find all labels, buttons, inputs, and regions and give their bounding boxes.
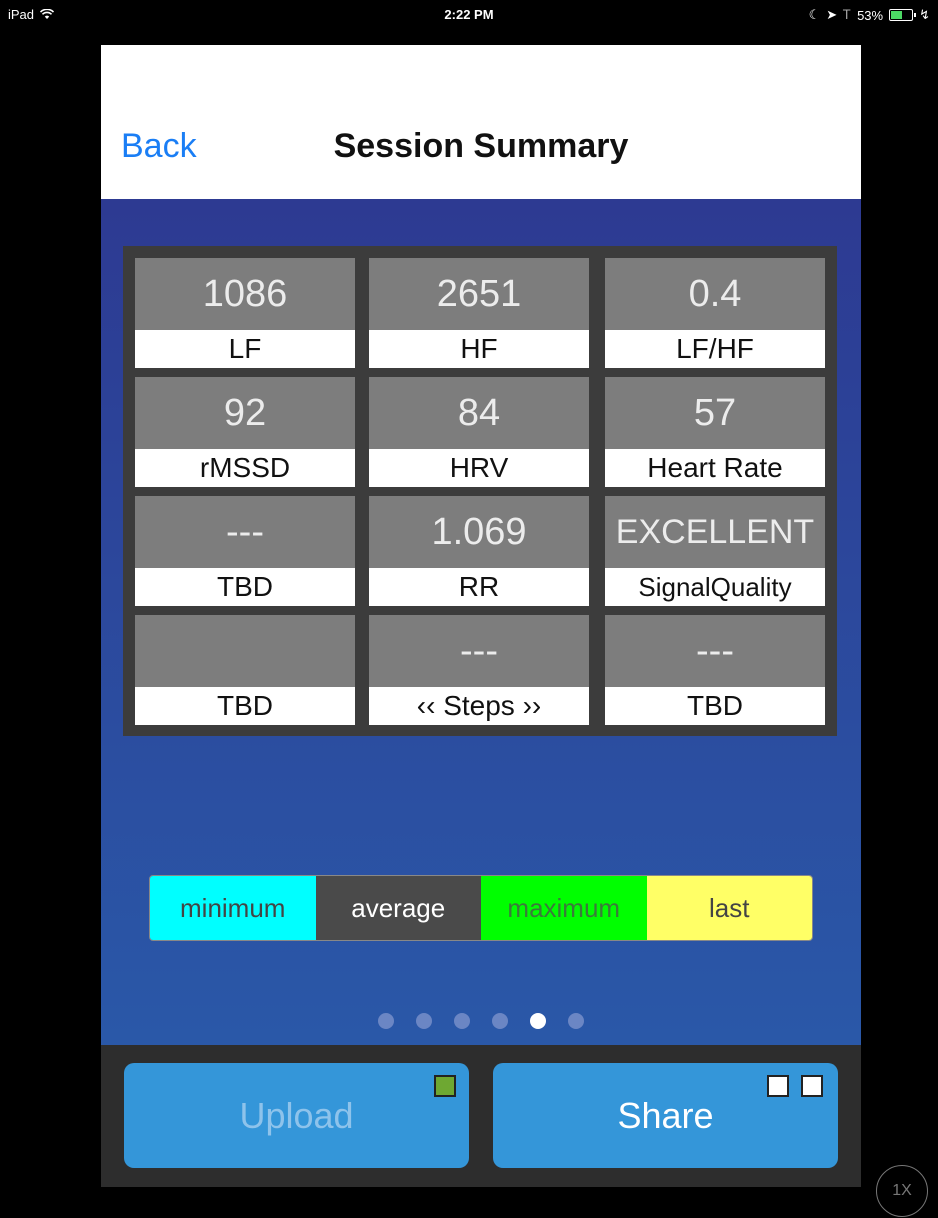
bottom-toolbar: Upload Share xyxy=(101,1045,861,1187)
share-label: Share xyxy=(617,1095,714,1136)
metric-tile[interactable]: 1086 LF xyxy=(135,258,355,368)
metric-tile[interactable]: --- TBD xyxy=(135,496,355,606)
bluetooth-icon: Ꭲ xyxy=(843,7,852,22)
metric-label: SignalQuality xyxy=(605,568,825,606)
summary-content: 1086 LF 2651 HF 0.4 LF/HF 92 rMSSD 84 HR… xyxy=(101,199,861,1045)
metric-value: 2651 xyxy=(369,258,589,330)
metric-label: TBD xyxy=(135,568,355,606)
navigation-bar: Back Session Summary xyxy=(101,45,861,199)
moon-icon: ☾ xyxy=(808,7,821,22)
metric-label: Heart Rate xyxy=(605,449,825,487)
stat-mode-selector: minimum average maximum last xyxy=(149,875,813,941)
share-indicator-2 xyxy=(801,1075,823,1097)
page-dot[interactable] xyxy=(454,1013,470,1029)
upload-label: Upload xyxy=(239,1095,354,1136)
legend-maximum[interactable]: maximum xyxy=(481,876,647,940)
metric-label: HF xyxy=(369,330,589,368)
metric-label: TBD xyxy=(135,687,355,725)
metric-tile[interactable]: EXCELLENT SignalQuality xyxy=(605,496,825,606)
metric-tile[interactable]: 0.4 LF/HF xyxy=(605,258,825,368)
metric-value: --- xyxy=(605,615,825,687)
metric-tile[interactable]: 92 rMSSD xyxy=(135,377,355,487)
legend-average[interactable]: average xyxy=(315,876,481,940)
metric-value: EXCELLENT xyxy=(605,496,825,568)
steps-label: ‹‹ Steps ›› xyxy=(369,687,589,725)
steps-tile[interactable]: --- ‹‹ Steps ›› xyxy=(369,615,589,725)
metric-value: --- xyxy=(369,615,589,687)
page-dot[interactable] xyxy=(568,1013,584,1029)
metric-value: 1.069 xyxy=(369,496,589,568)
metric-tile[interactable]: 84 HRV xyxy=(369,377,589,487)
app-screen: Back Session Summary 1086 LF 2651 HF 0.4… xyxy=(101,45,861,1187)
page-dot[interactable] xyxy=(530,1013,546,1029)
status-time: 2:22 PM xyxy=(444,7,494,22)
status-right: ☾ ➤ Ꭲ 53% ↯ xyxy=(809,7,930,23)
metric-value: 1086 xyxy=(135,258,355,330)
metric-label: RR xyxy=(369,568,589,606)
metric-value xyxy=(135,615,355,687)
metric-value: 92 xyxy=(135,377,355,449)
zoom-button[interactable]: 1X xyxy=(876,1165,928,1217)
charging-icon: ↯ xyxy=(919,7,930,22)
metric-value: 0.4 xyxy=(605,258,825,330)
page-indicator[interactable] xyxy=(101,1013,861,1029)
battery-percent: 53% xyxy=(857,7,884,23)
metric-label: LF/HF xyxy=(605,330,825,368)
legend-last[interactable]: last xyxy=(646,876,812,940)
upload-button[interactable]: Upload xyxy=(124,1063,469,1168)
metric-tile[interactable]: 2651 HF xyxy=(369,258,589,368)
metric-label: TBD xyxy=(605,687,825,725)
legend-minimum[interactable]: minimum xyxy=(150,876,316,940)
page-dot[interactable] xyxy=(378,1013,394,1029)
share-indicator-1 xyxy=(767,1075,789,1097)
metric-value: --- xyxy=(135,496,355,568)
upload-status-indicator xyxy=(434,1075,456,1097)
metric-label: rMSSD xyxy=(135,449,355,487)
metric-label: LF xyxy=(135,330,355,368)
metric-tile[interactable]: --- TBD xyxy=(605,615,825,725)
location-arrow-icon: ➤ xyxy=(826,7,838,22)
page-title: Session Summary xyxy=(333,127,629,165)
metric-tile[interactable]: 1.069 RR xyxy=(369,496,589,606)
page-dot[interactable] xyxy=(416,1013,432,1029)
metric-label: HRV xyxy=(369,449,589,487)
metric-value: 57 xyxy=(605,377,825,449)
share-button[interactable]: Share xyxy=(493,1063,838,1168)
metric-value: 84 xyxy=(369,377,589,449)
metrics-grid: 1086 LF 2651 HF 0.4 LF/HF 92 rMSSD 84 HR… xyxy=(123,246,837,736)
battery-icon xyxy=(889,9,917,21)
metric-tile[interactable]: TBD xyxy=(135,615,355,725)
page-dot[interactable] xyxy=(492,1013,508,1029)
status-bar: iPad 2:22 PM ☾ ➤ Ꭲ 53% ↯ xyxy=(0,0,938,30)
metric-tile[interactable]: 57 Heart Rate xyxy=(605,377,825,487)
